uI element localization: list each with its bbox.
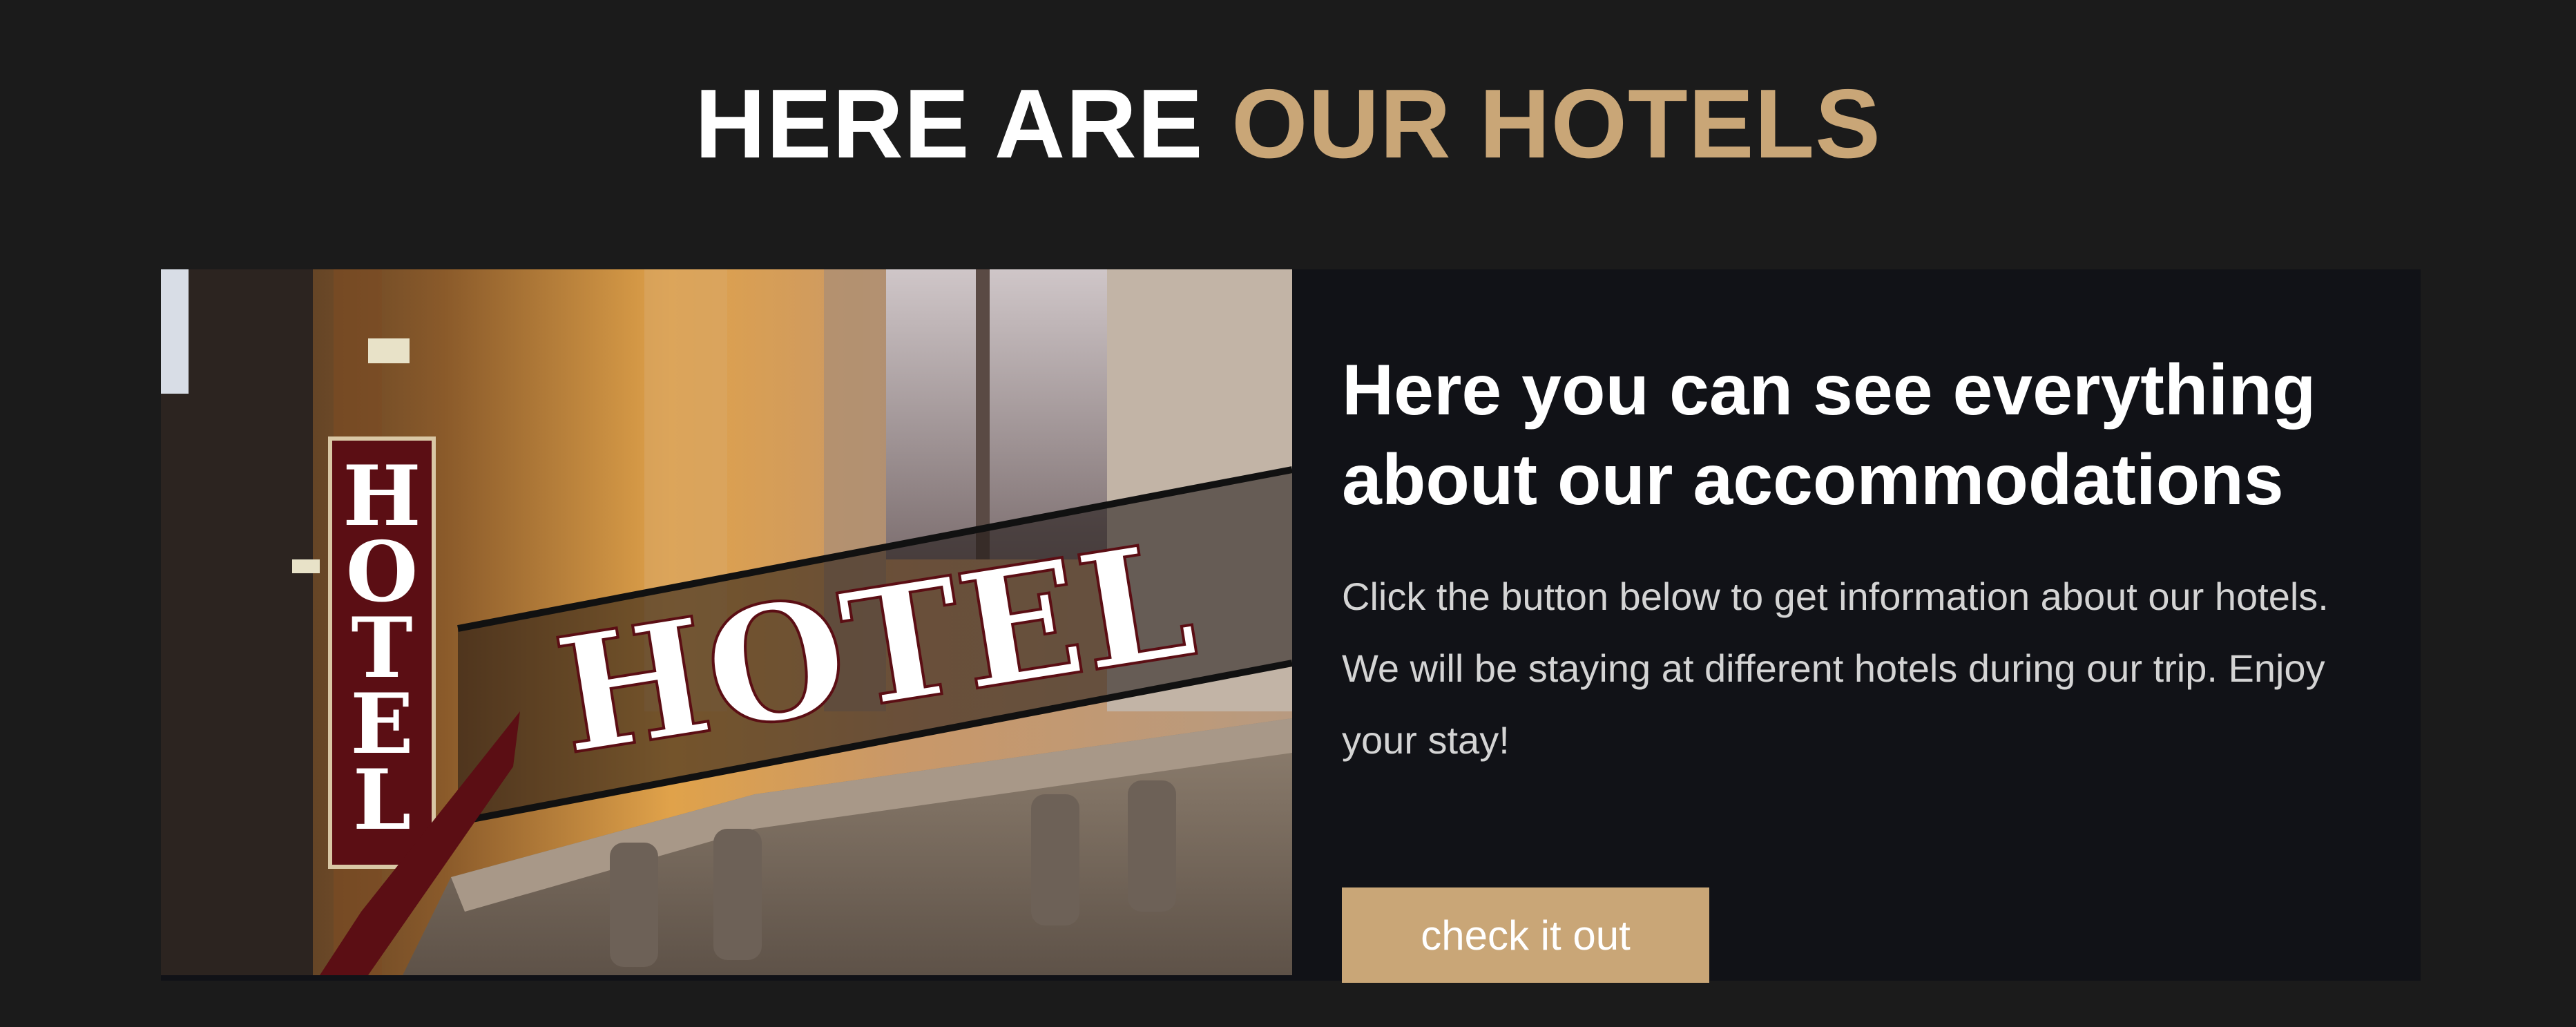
card-content: Here you can see everything about our ac… bbox=[1342, 345, 2378, 983]
hotel-card: HOTEL H O T E L Here you can see everyth… bbox=[161, 269, 2421, 983]
section-title: HERE ARE OUR HOTELS bbox=[0, 66, 2576, 183]
hotel-photo: HOTEL H O T E L bbox=[161, 269, 1292, 975]
page: HERE ARE OUR HOTELS HOTEL H O T E L Here… bbox=[0, 0, 2576, 1027]
check-it-out-button[interactable]: check it out bbox=[1342, 887, 1709, 983]
card-heading: Here you can see everything about our ac… bbox=[1342, 350, 2316, 520]
section-title-accent: OUR HOTELS bbox=[1231, 69, 1881, 179]
card-description: Click the button below to get informatio… bbox=[1342, 575, 2329, 762]
section-title-main: HERE ARE bbox=[695, 69, 1204, 179]
svg-text:L: L bbox=[353, 751, 411, 849]
